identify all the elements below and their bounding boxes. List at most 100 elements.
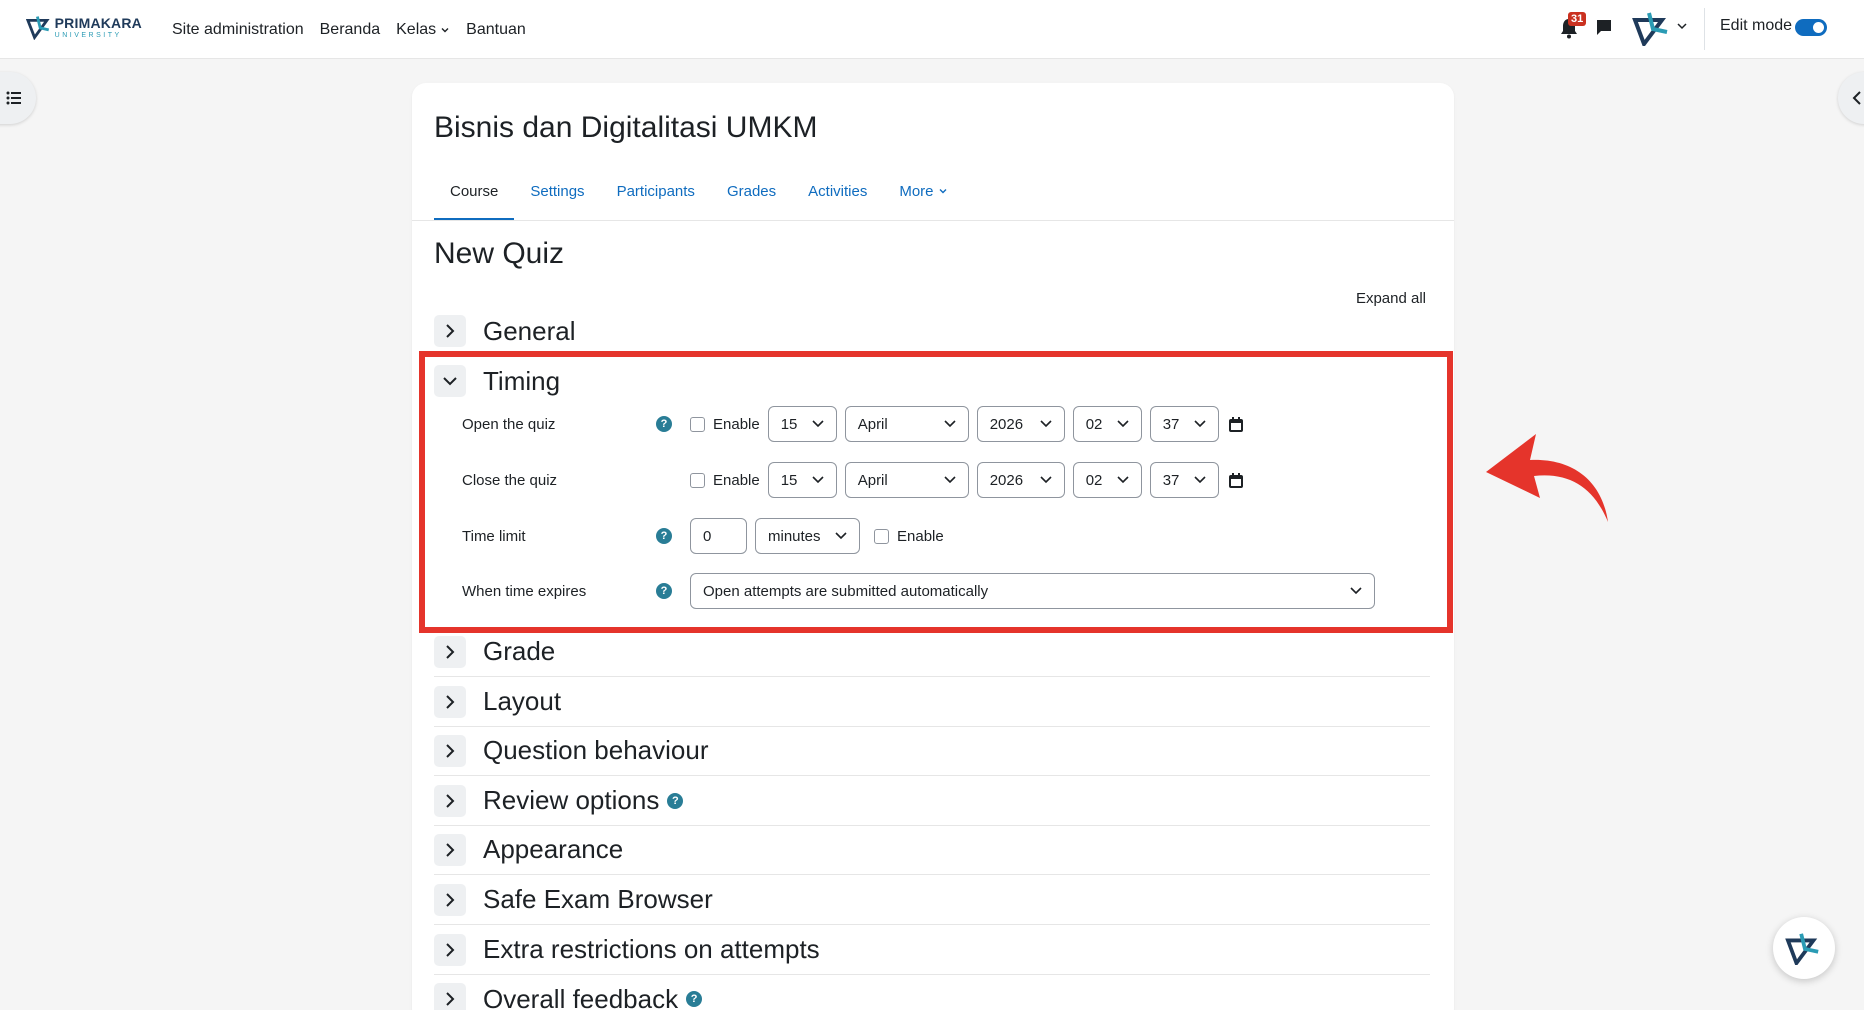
user-avatar[interactable] [1632,10,1672,46]
close-month-select[interactable]: April [844,462,969,498]
calendar-icon[interactable] [1228,416,1243,432]
open-minute-select[interactable]: 37 [1149,406,1219,442]
section-layout[interactable]: Layout [434,677,1430,727]
when-expires-row: When time expires ? Open attempts are su… [462,573,1375,609]
section-question-behaviour[interactable]: Question behaviour [434,726,1430,776]
section-title: Extra restrictions on attempts [483,934,820,964]
close-day-select[interactable]: 15 [767,462,837,498]
chevron-down-icon [939,189,947,194]
close-hour-select[interactable]: 02 [1072,462,1142,498]
open-month-select[interactable]: April [844,406,969,442]
open-enable-checkbox[interactable]: Enable [690,416,760,433]
when-expires-label: When time expires [462,582,587,600]
chevron-right-icon [446,992,455,1006]
section-toggle[interactable] [434,365,466,397]
section-toggle[interactable] [434,784,466,817]
message-icon[interactable] [1595,18,1613,36]
page-heading: New Quiz [434,237,565,270]
close-year-select[interactable]: 2026 [976,462,1065,498]
section-toggle[interactable] [434,315,466,347]
close-quiz-label: Close the quiz [462,471,558,489]
course-tabs: Course Settings Participants Grades Acti… [434,175,964,221]
chevron-left-icon [1852,91,1861,105]
close-minute-select[interactable]: 37 [1149,462,1219,498]
chevron-down-icon [944,420,956,428]
tab-participants[interactable]: Participants [601,175,711,221]
section-timing[interactable]: Timing [434,356,1430,406]
course-index-toggle[interactable] [0,72,36,124]
chevron-right-icon [446,892,455,907]
edit-mode-label: Edit mode [1720,17,1793,34]
checkbox[interactable] [690,416,705,432]
primakara-logo-icon [26,16,50,40]
section-title: Timing [483,365,561,396]
tabs-divider [412,220,1454,221]
help-icon[interactable]: ? [686,991,703,1007]
tab-grades[interactable]: Grades [711,175,792,221]
notification-badge: 31 [1568,12,1587,27]
tab-settings[interactable]: Settings [514,175,600,221]
chevron-down-icon [1040,420,1052,428]
edit-mode-toggle[interactable] [1795,19,1827,36]
chevron-down-icon [441,27,449,32]
logo-text: PRIMAKARA [54,14,142,31]
help-icon[interactable]: ? [656,528,672,544]
chevron-right-icon [446,842,455,857]
chevron-down-icon [1194,476,1206,484]
time-limit-unit-select[interactable]: minutes [755,518,860,554]
nav-beranda[interactable]: Beranda [320,21,381,39]
open-quiz-label: Open the quiz [462,415,556,433]
chevron-down-icon [1350,587,1362,595]
section-review-options[interactable]: Review options? [434,776,1430,826]
section-toggle[interactable] [434,685,466,718]
main-content-card: Bisnis dan Digitalitasi UMKM Course Sett… [412,83,1454,1010]
nav-kelas[interactable]: Kelas [396,21,450,39]
section-grade[interactable]: Grade [434,627,1430,677]
checkbox[interactable] [874,528,889,544]
tab-more[interactable]: More [883,175,963,221]
chevron-right-icon [446,644,455,659]
tab-course[interactable]: Course [434,175,515,221]
section-toggle[interactable] [434,734,466,767]
chevron-down-icon [812,420,824,428]
nav-bantuan[interactable]: Bantuan [466,21,526,39]
section-title: Appearance [483,834,624,864]
chevron-down-icon [443,377,457,386]
expand-all-link[interactable]: Expand all [1356,290,1426,307]
section-overall-feedback[interactable]: Overall feedback? [434,974,1430,1010]
time-limit-enable-checkbox[interactable]: Enable [874,528,944,545]
chevron-down-icon [835,532,847,540]
tab-activities[interactable]: Activities [792,175,883,221]
section-safe-exam-browser[interactable]: Safe Exam Browser [434,875,1430,925]
course-title: Bisnis dan Digitalitasi UMKM [434,111,818,144]
floating-assistant-button[interactable] [1773,917,1835,979]
section-title: Safe Exam Browser [483,884,713,914]
section-title: Review options? [483,785,684,816]
chevron-down-icon[interactable] [1676,20,1688,32]
help-icon[interactable]: ? [667,792,684,809]
section-toggle[interactable] [434,833,466,866]
section-toggle[interactable] [434,635,466,668]
help-icon[interactable]: ? [656,416,672,432]
checkbox[interactable] [690,472,705,488]
time-limit-row: Time limit ? 0 minutes Enable [462,518,1362,554]
section-toggle[interactable] [434,983,466,1010]
help-icon[interactable]: ? [656,583,672,599]
block-drawer-toggle[interactable] [1838,72,1864,124]
section-general[interactable]: General [434,306,1430,356]
section-appearance[interactable]: Appearance [434,825,1430,875]
open-year-select[interactable]: 2026 [976,406,1065,442]
open-day-select[interactable]: 15 [767,406,837,442]
section-extra-restrictions[interactable]: Extra restrictions on attempts [434,925,1430,975]
section-toggle[interactable] [434,933,466,966]
site-logo[interactable]: PRIMAKARA UNIVERSITY [26,12,142,42]
section-title: General [483,315,576,346]
when-expires-select[interactable]: Open attempts are submitted automaticall… [690,573,1375,609]
close-enable-checkbox[interactable]: Enable [690,472,760,489]
calendar-icon[interactable] [1228,472,1243,488]
section-toggle[interactable] [434,883,466,916]
open-hour-select[interactable]: 02 [1072,406,1142,442]
close-quiz-row: Close the quiz Enable 15 April 2026 02 3… [462,462,1362,498]
time-limit-input[interactable]: 0 [690,518,747,554]
nav-site-administration[interactable]: Site administration [172,21,304,39]
